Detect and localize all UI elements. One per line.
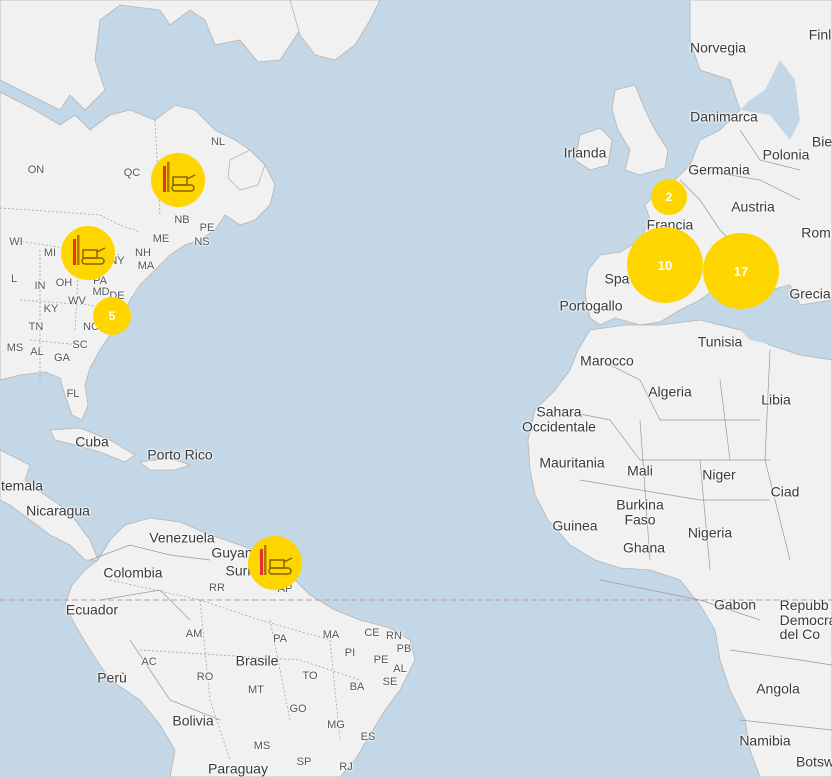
label-finl: Finl <box>808 26 832 43</box>
state-label: WV <box>68 295 86 308</box>
label-guyana: Guyan <box>211 544 253 561</box>
state-label: KY <box>43 303 59 316</box>
state-label: NB <box>174 214 190 227</box>
state-label: SE <box>382 676 398 689</box>
state-label: MT <box>248 684 264 697</box>
label-spa: Spa <box>604 270 630 287</box>
label-brasile: Brasile <box>235 652 279 669</box>
state-label: RR <box>209 582 225 595</box>
label-namibia: Namibia <box>739 732 791 749</box>
label-gabon: Gabon <box>713 596 757 613</box>
label-algeria: Algeria <box>648 383 692 400</box>
state-label: RO <box>196 671 214 684</box>
drilling-rig-marker-quebec[interactable] <box>151 153 205 207</box>
state-label: ME <box>152 233 170 246</box>
label-nicaragua: Nicaragua <box>26 502 90 519</box>
label-temala: temala <box>0 477 44 494</box>
state-label: SP <box>296 756 312 769</box>
state-label: RN <box>386 630 402 643</box>
label-portogallo: Portogallo <box>559 297 623 314</box>
label-tunisia: Tunisia <box>697 333 743 350</box>
state-label: MI <box>43 247 57 260</box>
state-label: IN <box>34 280 46 293</box>
map-canvas[interactable]: Norvegia Finl Danimarca Irlanda Germania… <box>0 0 832 777</box>
label-ecuador: Ecuador <box>65 601 119 618</box>
state-label: AC <box>141 656 157 669</box>
state-label: PB <box>396 643 412 656</box>
label-guinea: Guinea <box>552 517 598 534</box>
state-label: AL <box>393 663 407 676</box>
label-marocco: Marocco <box>580 352 634 369</box>
cluster-marker-italy[interactable]: 17 <box>703 233 779 309</box>
state-label: MS <box>6 342 24 355</box>
label-libia: Libia <box>761 391 791 408</box>
state-label: MS <box>253 740 271 753</box>
state-label: WI <box>9 236 23 249</box>
state-label: FL <box>66 388 80 401</box>
label-suri: Suri <box>225 562 251 579</box>
label-bie: Bie <box>811 133 832 150</box>
drilling-rig-icon <box>73 235 106 265</box>
label-botsw: Botsw <box>795 753 832 770</box>
state-label: PI <box>344 647 356 660</box>
state-label: TO <box>302 670 318 683</box>
state-label: GA <box>54 352 70 365</box>
label-grecia: Grecia <box>789 285 831 302</box>
label-sahara: Sahara Occidentale <box>522 403 596 434</box>
state-label: NH <box>135 247 151 260</box>
drilling-rig-icon <box>163 162 196 192</box>
state-label: MA <box>322 629 340 642</box>
label-colombia: Colombia <box>103 564 163 581</box>
label-cuba: Cuba <box>75 433 109 450</box>
state-label: AM <box>185 628 203 641</box>
label-niger: Niger <box>702 466 736 483</box>
label-bolivia: Bolivia <box>172 712 214 729</box>
state-label: RJ <box>339 761 353 774</box>
state-label: PE <box>373 654 389 667</box>
label-paraguay: Paraguay <box>208 760 268 777</box>
state-label: AL <box>30 346 44 359</box>
label-germania: Germania <box>688 161 750 178</box>
cluster-marker-france[interactable]: 2 <box>651 179 687 215</box>
label-burkina: Burkina Faso <box>616 496 664 527</box>
label-repubb: Repubb Democra del Co <box>779 596 832 643</box>
state-label: CE <box>364 627 380 640</box>
label-angola: Angola <box>756 680 800 697</box>
state-label: ES <box>360 731 376 744</box>
state-label: ON <box>27 164 45 177</box>
state-label: MG <box>327 719 345 732</box>
state-label: PE <box>199 222 215 235</box>
label-polonia: Polonia <box>762 146 810 163</box>
state-label: SC <box>72 339 88 352</box>
label-austria: Austria <box>731 198 775 215</box>
cluster-marker-spain[interactable]: 10 <box>627 227 703 303</box>
state-label: MA <box>137 260 155 273</box>
cluster-marker-usa-east[interactable]: 5 <box>93 297 131 335</box>
label-mauritania: Mauritania <box>539 454 605 471</box>
label-ciad: Ciad <box>770 483 800 500</box>
label-irlanda: Irlanda <box>563 144 607 161</box>
state-label: L <box>10 273 18 286</box>
label-peru: Perù <box>97 669 127 686</box>
state-label: GO <box>289 703 307 716</box>
label-nigeria: Nigeria <box>687 524 733 541</box>
label-venezuela: Venezuela <box>149 529 215 546</box>
label-mali: Mali <box>627 462 653 479</box>
label-rom: Rom <box>801 224 831 241</box>
state-label: NS <box>194 236 210 249</box>
drilling-rig-marker-suriname[interactable] <box>248 536 302 590</box>
state-label: NL <box>210 136 226 149</box>
drilling-rig-marker-great-lakes[interactable] <box>61 226 115 280</box>
drilling-rig-icon <box>260 545 293 575</box>
label-norvegia: Norvegia <box>689 39 747 56</box>
state-label: BA <box>349 681 365 694</box>
state-label: PA <box>273 633 287 646</box>
label-ghana: Ghana <box>622 539 666 556</box>
state-label: QC <box>123 167 141 180</box>
label-danimarca: Danimarca <box>690 108 758 125</box>
label-portorico: Porto Rico <box>147 446 213 463</box>
state-label: TN <box>28 321 44 334</box>
